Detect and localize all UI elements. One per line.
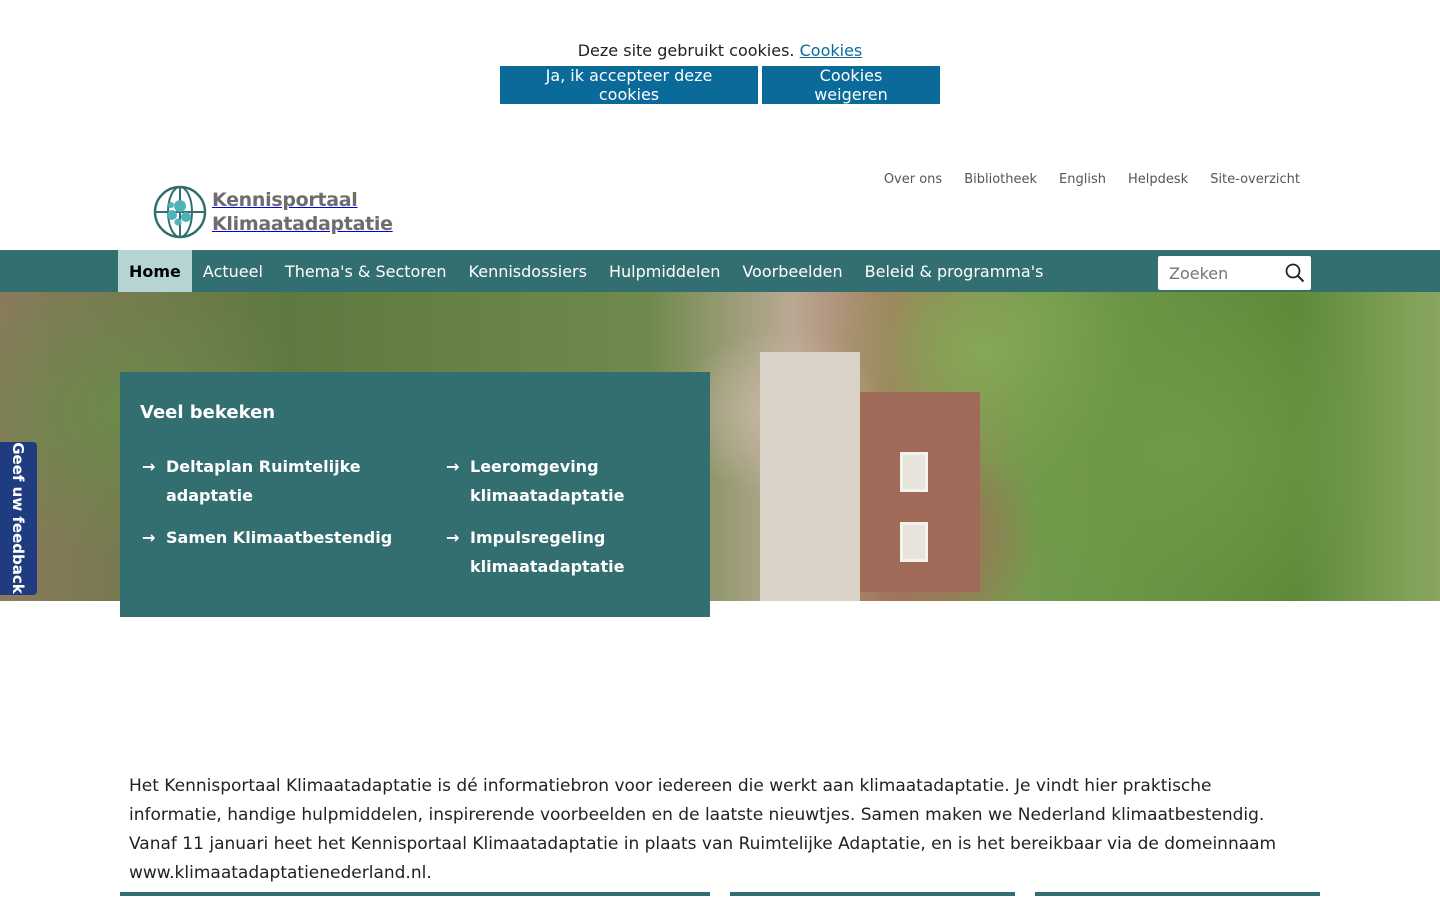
popular-title: Veel bekeken xyxy=(140,402,276,423)
popular-link-samen-klimaatbestendig[interactable]: → Samen Klimaatbestendig xyxy=(142,523,406,552)
arrow-right-icon: → xyxy=(142,457,156,476)
top-link-bibliotheek[interactable]: Bibliotheek xyxy=(964,172,1037,187)
main-menu: Home Actueel Thema's & Sectoren Kennisdo… xyxy=(118,250,1054,292)
hero-window xyxy=(900,452,928,492)
main-navigation: Home Actueel Thema's & Sectoren Kennisdo… xyxy=(0,250,1440,292)
card-top-border xyxy=(1035,892,1320,896)
cookie-message: Deze site gebruikt cookies. Cookies xyxy=(0,40,1440,62)
arrow-right-icon: → xyxy=(446,528,460,547)
top-link-english[interactable]: English xyxy=(1059,172,1106,187)
hero-brick-house xyxy=(860,392,980,592)
popular-link-label: Deltaplan Ruimtelijke adaptatie xyxy=(166,457,361,505)
card-top-border xyxy=(730,892,1015,896)
popular-link-deltaplan[interactable]: → Deltaplan Ruimtelijke adaptatie xyxy=(142,452,366,510)
arrow-right-icon: → xyxy=(142,528,156,547)
site-logo[interactable]: Kennisportaal Klimaatadaptatie xyxy=(152,184,393,240)
service-navigation: Over ons Bibliotheek English Helpdesk Si… xyxy=(884,172,1300,187)
search-icon[interactable] xyxy=(1285,263,1305,283)
arrow-right-icon: → xyxy=(446,457,460,476)
intro-text: Het Kennisportaal Klimaatadaptatie is dé… xyxy=(129,776,1277,883)
cookies-link[interactable]: Cookies xyxy=(800,41,863,60)
globe-logo-icon xyxy=(153,185,207,239)
nav-item-actueel[interactable]: Actueel xyxy=(192,250,274,292)
feedback-tab[interactable]: Geef uw feedback xyxy=(0,442,37,595)
nav-item-themas-sectoren[interactable]: Thema's & Sectoren xyxy=(274,250,458,292)
search-box xyxy=(1158,256,1311,290)
popular-link-label: Leeromgeving klimaatadaptatie xyxy=(470,457,625,505)
cookie-banner: Deze site gebruikt cookies. Cookies xyxy=(0,40,1440,62)
search-input[interactable] xyxy=(1158,258,1278,288)
popular-link-label: Samen Klimaatbestendig xyxy=(166,528,393,547)
popular-link-leeromgeving[interactable]: → Leeromgeving klimaatadaptatie xyxy=(446,452,670,510)
hero-window xyxy=(900,522,928,562)
top-link-helpdesk[interactable]: Helpdesk xyxy=(1128,172,1188,187)
top-link-site-overzicht[interactable]: Site-overzicht xyxy=(1210,172,1300,187)
feedback-label: Geef uw feedback xyxy=(9,442,27,594)
logo-wordmark: Kennisportaal Klimaatadaptatie xyxy=(212,188,393,236)
popular-link-impulsregeling[interactable]: → Impulsregeling klimaatadaptatie xyxy=(446,523,670,581)
nav-item-beleid-programmas[interactable]: Beleid & programma's xyxy=(854,250,1055,292)
accept-cookies-button[interactable]: Ja, ik accepteer deze cookies xyxy=(500,66,758,104)
logo-line-1: Kennisportaal xyxy=(212,189,358,211)
popular-link-label: Impulsregeling klimaatadaptatie xyxy=(470,528,625,576)
hero-building xyxy=(760,352,860,601)
nav-item-voorbeelden[interactable]: Voorbeelden xyxy=(731,250,853,292)
card-top-border xyxy=(120,892,710,896)
nav-item-hulpmiddelen[interactable]: Hulpmiddelen xyxy=(598,250,731,292)
popular-panel: Veel bekeken → Deltaplan Ruimtelijke ada… xyxy=(120,372,710,617)
cookie-text: Deze site gebruikt cookies. xyxy=(577,41,795,60)
top-link-over-ons[interactable]: Over ons xyxy=(884,172,942,187)
refuse-cookies-button[interactable]: Cookies weigeren xyxy=(762,66,940,104)
nav-item-kennisdossiers[interactable]: Kennisdossiers xyxy=(458,250,598,292)
logo-line-2: Klimaatadaptatie xyxy=(212,213,393,235)
cookie-buttons: Ja, ik accepteer deze cookies Cookies we… xyxy=(500,66,940,104)
nav-item-home[interactable]: Home xyxy=(118,250,192,292)
